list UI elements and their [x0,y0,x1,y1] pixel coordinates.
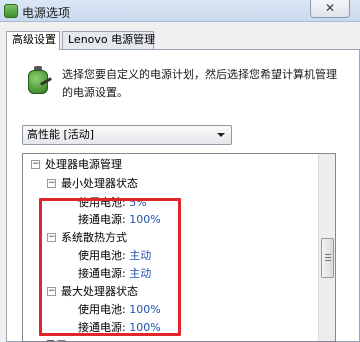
window-title: 电源选项 [22,6,71,20]
title-bar: 电源选项 ✕ [0,0,360,22]
highlight-annotation-box [39,198,181,336]
tree-scrollbar[interactable] [318,154,335,341]
chevron-down-icon[interactable] [217,133,225,137]
tree-group-display[interactable]: + 显示 [31,337,67,341]
power-plan-select[interactable]: 高性能 [活动] [22,125,232,145]
tab-lenovo-power-management[interactable]: Lenovo 电源管理 [62,31,155,49]
power-options-icon [4,4,18,18]
description-text: 选择您要自定义的电源计划，然后选择您希望计算机管理的电源设置。 [62,68,337,99]
tree-group-processor-power[interactable]: − 处理器电源管理 [31,156,122,174]
scrollbar-thumb[interactable] [321,238,334,278]
tree-group-label: 处理器电源管理 [45,158,122,171]
tree-node-min-processor-state[interactable]: − 最小处理器状态 [47,175,138,193]
tab-advanced-settings[interactable]: 高级设置 [6,31,60,50]
power-plan-select-value: 高性能 [活动] [27,128,95,141]
minus-toggle-icon[interactable]: − [31,160,40,169]
battery-plug-icon [26,66,52,96]
minus-toggle-icon[interactable]: − [47,179,56,188]
close-button[interactable]: ✕ [310,0,350,18]
tree-node-label: 最小处理器状态 [61,177,138,190]
